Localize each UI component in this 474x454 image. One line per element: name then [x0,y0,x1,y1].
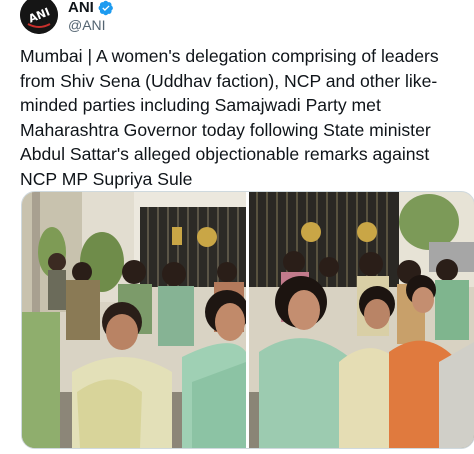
photo-left-illustration [22,192,246,448]
media-image-right[interactable] [249,192,474,448]
account-handle[interactable]: @ANI [68,16,114,34]
ani-logo-icon: ANI [20,0,58,34]
account-names: ANI @ANI [68,0,114,34]
tweet-media[interactable] [21,191,474,449]
photo-right-illustration [249,192,474,448]
media-image-left[interactable] [22,192,246,448]
avatar[interactable]: ANI [20,0,58,34]
verified-badge-icon [98,0,113,16]
display-name[interactable]: ANI [68,0,94,16]
tweet-text: Mumbai | A women's delegation comprising… [20,46,439,189]
